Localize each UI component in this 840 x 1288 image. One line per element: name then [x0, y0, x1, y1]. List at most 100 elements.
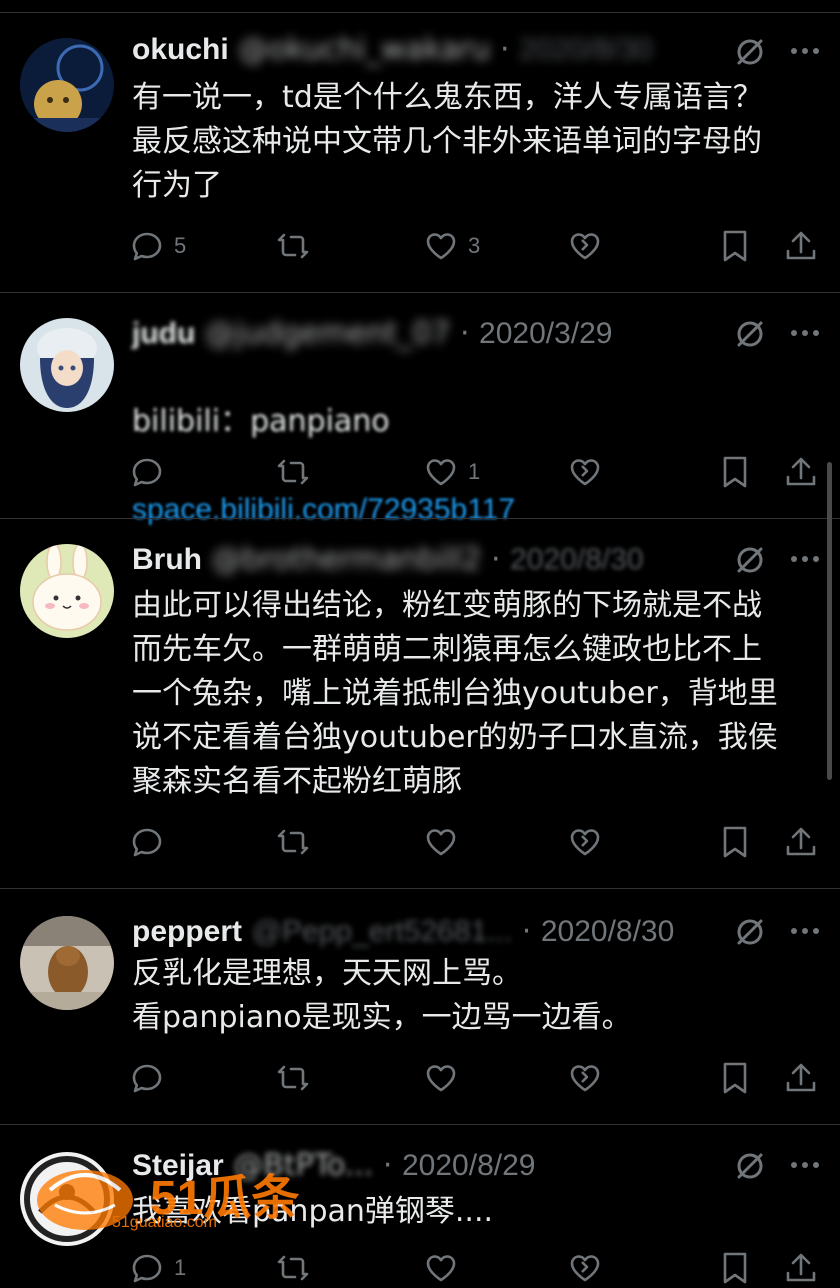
reply-button[interactable]: [130, 1058, 174, 1098]
scrollbar[interactable]: [827, 462, 832, 780]
share-button[interactable]: [784, 822, 818, 862]
like-icon: [426, 459, 456, 486]
tweet[interactable]: peppert @Pepp_ert52681... · 2020/8/30 反乳…: [0, 888, 840, 1124]
share-icon: [786, 231, 816, 260]
grok-heart-icon: [570, 1065, 600, 1092]
reply-button[interactable]: [130, 452, 174, 492]
reply-button[interactable]: [130, 822, 174, 862]
bookmark-button[interactable]: [718, 822, 752, 862]
grok-analyze-button[interactable]: [568, 1248, 602, 1288]
share-button[interactable]: [784, 226, 818, 266]
display-name[interactable]: Bruh: [132, 543, 202, 576]
share-icon: [786, 1063, 816, 1092]
tweet-text: 由此可以得出结论，粉红变萌豚的下场就是不战 而先车欠。一群萌萌二刺猿再怎么键政也…: [132, 588, 778, 799]
avatar[interactable]: [20, 318, 114, 412]
display-name[interactable]: judu: [132, 317, 195, 350]
reply-button[interactable]: 5: [130, 226, 186, 266]
timestamp[interactable]: 2020/3/29: [479, 317, 612, 350]
like-count: 1: [468, 459, 481, 484]
retweet-button[interactable]: [276, 1248, 320, 1288]
grok-icon[interactable]: [734, 916, 766, 948]
retweet-button[interactable]: [276, 226, 320, 266]
tweet-text: 有一说一，td是个什么鬼东西，洋人专属语言？ 最反感这种说中文带几个非外来语单词…: [132, 80, 763, 203]
tweet-text-line: bilibili：panpiano: [132, 404, 390, 439]
reply-count: 5: [174, 233, 187, 258]
reply-button[interactable]: 1: [130, 1248, 186, 1288]
like-button[interactable]: [424, 822, 468, 862]
grok-icon[interactable]: [734, 318, 766, 350]
timestamp[interactable]: 2020/8/29: [402, 1149, 535, 1182]
grok-icon[interactable]: [734, 1150, 766, 1182]
retweet-button[interactable]: [276, 822, 320, 862]
like-button[interactable]: [424, 1248, 468, 1288]
like-icon: [426, 1065, 456, 1092]
tweet-actions: 1: [130, 1248, 820, 1288]
share-button[interactable]: [784, 1058, 818, 1098]
watermark-logo: 51瓜条 51guatiao.com: [30, 1150, 330, 1250]
bookmark-button[interactable]: [718, 452, 752, 492]
reply-icon: [132, 1064, 162, 1093]
handle[interactable]: @Pepp_ert52681...: [252, 915, 513, 948]
grok-analyze-button[interactable]: [568, 452, 602, 492]
handle[interactable]: @brothermanbill2: [212, 542, 482, 577]
retweet-button[interactable]: [276, 1058, 320, 1098]
grok-analyze-button[interactable]: [568, 1058, 602, 1098]
retweet-icon: [277, 1065, 309, 1091]
avatar[interactable]: [20, 544, 114, 638]
watermark-site: 51guatiao.com: [112, 1214, 217, 1231]
more-icon[interactable]: [788, 316, 822, 350]
retweet-icon: [277, 459, 309, 485]
timestamp[interactable]: 2020/8/30: [541, 915, 674, 948]
grok-icon[interactable]: [734, 544, 766, 576]
retweet-icon: [277, 233, 309, 259]
tweet-header: judu @judgement_07 · 2020/3/29: [132, 316, 613, 351]
tweet-header: okuchi @okuchi_wakaru · 2020/8/30: [132, 32, 653, 67]
like-button[interactable]: 1: [424, 452, 480, 492]
display-name[interactable]: peppert: [132, 915, 242, 948]
more-icon[interactable]: [788, 542, 822, 576]
avatar[interactable]: [20, 916, 114, 1010]
tweet[interactable]: okuchi @okuchi_wakaru · 2020/8/30 有一说一，t…: [0, 0, 840, 292]
timestamp[interactable]: 2020/8/30: [519, 33, 652, 66]
like-icon: [426, 829, 456, 856]
grok-analyze-button[interactable]: [568, 822, 602, 862]
tweet-actions: [130, 1058, 820, 1098]
grok-heart-icon: [570, 829, 600, 856]
tweet-header: Bruh @brothermanbill2 · 2020/8/30: [132, 542, 644, 577]
bookmark-button[interactable]: [718, 226, 752, 266]
like-icon: [426, 233, 456, 260]
grok-analyze-button[interactable]: [568, 226, 602, 266]
bookmark-button[interactable]: [718, 1058, 752, 1098]
share-icon: [786, 457, 816, 486]
bookmark-icon: [723, 1062, 747, 1094]
grok-heart-icon: [570, 233, 600, 260]
reply-count: 1: [174, 1255, 187, 1280]
more-icon[interactable]: [788, 1148, 822, 1182]
bookmark-icon: [723, 826, 747, 858]
share-button[interactable]: [784, 452, 818, 492]
more-icon[interactable]: [788, 34, 822, 68]
avatar[interactable]: [20, 38, 114, 132]
handle[interactable]: @okuchi_wakaru: [238, 32, 490, 67]
bookmark-icon: [723, 456, 747, 488]
like-button[interactable]: 3: [424, 226, 480, 266]
bookmark-button[interactable]: [718, 1248, 752, 1288]
share-icon: [786, 827, 816, 856]
grok-icon[interactable]: [734, 36, 766, 68]
tweet-actions: 1: [130, 452, 820, 492]
handle[interactable]: @judgement_07: [205, 316, 451, 351]
like-button[interactable]: [424, 1058, 468, 1098]
reply-icon: [132, 828, 162, 857]
timeline-feed: okuchi @okuchi_wakaru · 2020/8/30 有一说一，t…: [0, 0, 840, 1284]
like-count: 3: [468, 233, 481, 258]
bookmark-icon: [723, 230, 747, 262]
timestamp[interactable]: 2020/8/30: [510, 543, 643, 576]
tweet[interactable]: judu @judgement_07 · 2020/3/29 bilibili：…: [0, 292, 840, 526]
tweet-actions: 5 3: [130, 226, 820, 266]
share-button[interactable]: [784, 1248, 818, 1288]
tweet-actions: [130, 822, 820, 862]
more-icon[interactable]: [788, 914, 822, 948]
tweet[interactable]: Bruh @brothermanbill2 · 2020/8/30 由此可以得出…: [0, 518, 840, 888]
retweet-button[interactable]: [276, 452, 320, 492]
display-name[interactable]: okuchi: [132, 33, 229, 66]
